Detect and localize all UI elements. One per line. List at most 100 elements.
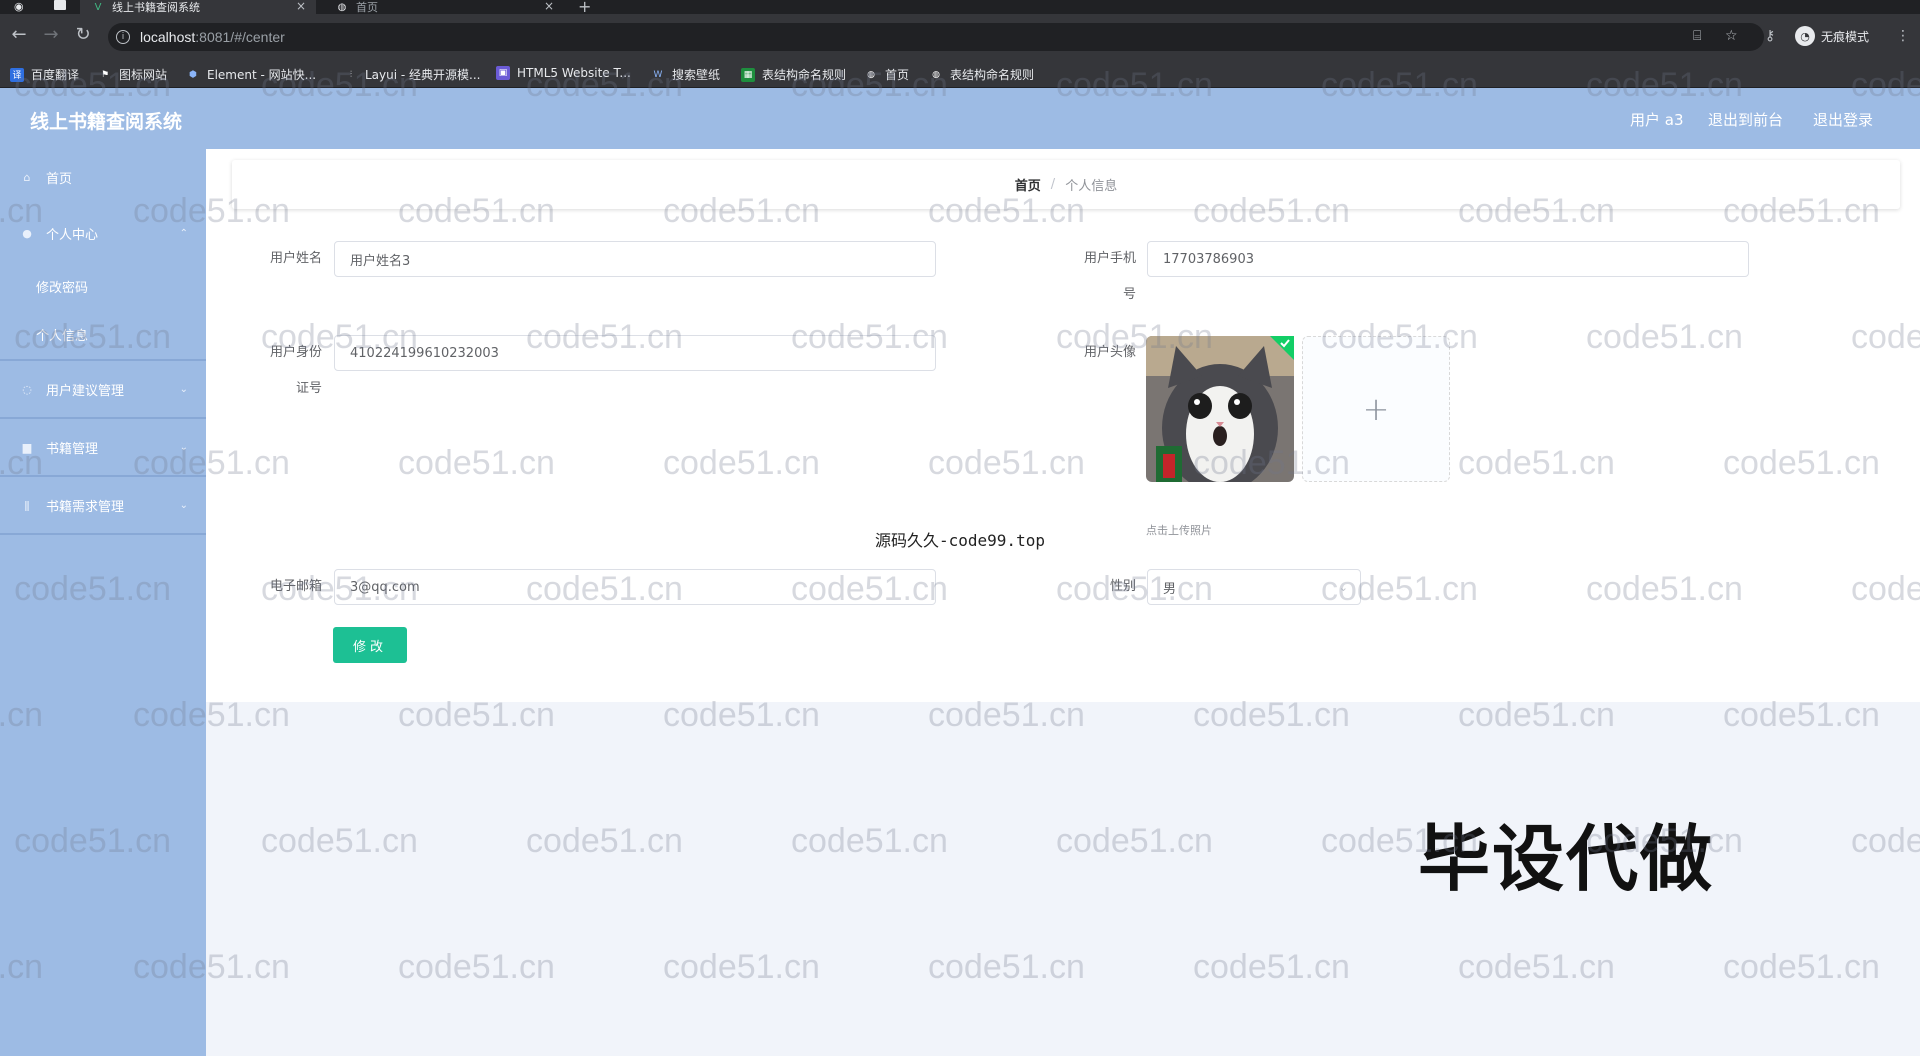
watermark-text: code51.cn bbox=[526, 822, 683, 860]
sidebar-item-suggestion-mgmt[interactable]: ◌ 用户建议管理 ⌄ bbox=[0, 361, 206, 417]
translate-icon[interactable]: ⌸ bbox=[1693, 28, 1701, 44]
more-icon[interactable]: ⋮ bbox=[1896, 28, 1910, 44]
ad-overlay-text: 毕设代做 bbox=[1418, 817, 1715, 901]
breadcrumb-separator: / bbox=[1050, 177, 1056, 192]
avatar-label: 用户头像 bbox=[1083, 345, 1136, 360]
bookmark-label: 首页 bbox=[885, 68, 910, 82]
globe-icon: ◍ bbox=[867, 69, 875, 80]
name-label: 用户姓名 bbox=[269, 251, 322, 266]
chevron-down-icon: ⌄ bbox=[179, 441, 188, 453]
vue-icon: V bbox=[94, 1, 102, 13]
globe-icon: ◍ bbox=[337, 1, 347, 13]
idcard-field[interactable]: 410224199610232003 bbox=[334, 335, 936, 371]
current-user: 用户 a3 bbox=[1630, 111, 1684, 129]
upload-button[interactable]: + bbox=[1302, 336, 1450, 482]
check-icon bbox=[1262, 336, 1294, 360]
tab-title: 首页 bbox=[356, 1, 378, 14]
gender-select[interactable]: 男 ⌄ bbox=[1147, 569, 1361, 605]
watermark-text: code51.cn bbox=[1723, 948, 1880, 986]
bookmark-label: 百度翻译 bbox=[31, 68, 80, 82]
star-icon[interactable]: ☆ bbox=[1725, 28, 1738, 44]
sidebar-subitem-personal-info[interactable]: 个人信息 bbox=[0, 309, 206, 359]
idcard-value: 410224199610232003 bbox=[350, 345, 499, 361]
browser-menu-icon[interactable]: ◉ bbox=[14, 0, 24, 13]
close-icon[interactable]: × bbox=[296, 0, 306, 13]
email-field[interactable]: 3@qq.com bbox=[334, 569, 936, 605]
plus-icon: + bbox=[1362, 390, 1390, 428]
sidebar-item-label: 书籍需求管理 bbox=[46, 499, 125, 515]
sidebar-item-book-request-mgmt[interactable]: ǁ 书籍需求管理 ⌄ bbox=[0, 477, 206, 533]
sidebar-item-label: 修改密码 bbox=[36, 280, 89, 296]
sidebar-item-book-mgmt[interactable]: ▆ 书籍管理 ⌄ bbox=[0, 419, 206, 475]
incognito-icon: ◔ bbox=[1795, 26, 1815, 46]
sidebar-item-label: 个人信息 bbox=[36, 328, 89, 344]
idcard-label: 用户身份 bbox=[269, 345, 322, 360]
idcard-label-wrap: 证号 bbox=[295, 381, 322, 396]
sidebar-subitem-change-password[interactable]: 修改密码 bbox=[0, 261, 206, 311]
bookmark-item[interactable]: 译百度翻译 bbox=[10, 66, 79, 83]
bookmark-label: HTML5 Website T... bbox=[517, 66, 631, 80]
watermark-text: code51.cn bbox=[663, 948, 820, 986]
reload-icon[interactable]: ↻ bbox=[72, 24, 94, 46]
sidebar-item-home[interactable]: ⌂ 首页 bbox=[0, 149, 206, 205]
bookmark-item[interactable]: ▦ 表结构命名规则 bbox=[741, 66, 846, 83]
bookmark-item[interactable]: ◍ 表结构命名规则 bbox=[929, 66, 1034, 83]
bookmark-item[interactable]: ⫶ Layui - 经典开源模... bbox=[344, 66, 481, 83]
sidebar-item-label: 个人中心 bbox=[46, 227, 99, 243]
watermark-text: code51.cn bbox=[261, 822, 418, 860]
app-title: 线上书籍查阅系统 bbox=[30, 111, 183, 133]
close-icon[interactable]: × bbox=[544, 0, 554, 13]
bookmark-item[interactable]: ▣ HTML5 Website T... bbox=[496, 66, 631, 80]
name-value: 用户姓名3 bbox=[350, 253, 411, 269]
tab-active[interactable]: V 线上书籍查阅系统 × bbox=[80, 0, 316, 14]
chevron-down-icon: ⌄ bbox=[179, 383, 188, 395]
back-to-front-link[interactable]: 退出到前台 bbox=[1708, 109, 1783, 130]
watermark-text: code51.cn bbox=[1193, 948, 1350, 986]
bookmark-label: 搜索壁纸 bbox=[672, 68, 721, 82]
breadcrumb-current: 个人信息 bbox=[1065, 179, 1118, 194]
bookmark-label: Layui - 经典开源模... bbox=[365, 68, 481, 82]
html5-icon: ▣ bbox=[496, 66, 510, 80]
layui-icon: ⫶ bbox=[349, 69, 353, 80]
name-field[interactable]: 用户姓名3 bbox=[334, 241, 936, 277]
logout-link[interactable]: 退出登录 bbox=[1813, 109, 1873, 130]
watermark-text: code51.cn bbox=[1458, 948, 1615, 986]
upload-tip: 点击上传照片 bbox=[1146, 524, 1212, 537]
breadcrumb-home[interactable]: 首页 bbox=[1015, 175, 1041, 194]
tab-search-icon[interactable] bbox=[54, 0, 66, 10]
source-text-overlay: 源码久久-code99.top bbox=[875, 531, 1045, 550]
phone-value: 17703786903 bbox=[1163, 251, 1254, 267]
modify-button[interactable]: 修改 bbox=[333, 627, 407, 663]
email-label: 电子邮箱 bbox=[269, 579, 322, 594]
chevron-down-icon: ⌄ bbox=[179, 499, 188, 511]
watermark-text: code51.cn bbox=[928, 948, 1085, 986]
globe-icon: ◍ bbox=[932, 69, 940, 80]
back-icon[interactable]: ← bbox=[8, 24, 30, 46]
suggestion-icon: ◌ bbox=[22, 382, 32, 396]
tab-inactive[interactable]: ◍ 首页 × bbox=[324, 0, 564, 14]
watermark-text: code51.cn bbox=[398, 948, 555, 986]
info-icon[interactable]: i bbox=[116, 30, 130, 44]
divider bbox=[0, 533, 206, 535]
bookmark-item[interactable]: ⬢ Element - 网站快... bbox=[186, 66, 316, 83]
user-icon: ● bbox=[22, 226, 32, 240]
element-icon: ⬢ bbox=[189, 69, 197, 80]
bookmark-item[interactable]: ⚑ 图标网站 bbox=[98, 66, 167, 83]
sidebar: ⌂ 首页 ● 个人中心 ⌃ 修改密码 个人信息 ◌ 用户建议管理 ⌄ ▆ 书籍管… bbox=[0, 149, 206, 1056]
phone-label: 用户手机 bbox=[1083, 251, 1136, 266]
bookmark-item[interactable]: W 搜索壁纸 bbox=[651, 66, 720, 83]
app-header: 线上书籍查阅系统 用户 a3 退出到前台 退出登录 bbox=[0, 88, 1920, 149]
bookmark-item[interactable]: ◍ 首页 bbox=[864, 66, 909, 83]
bookmark-label: 表结构命名规则 bbox=[762, 68, 847, 82]
sheet-icon: ▦ bbox=[741, 67, 755, 82]
forward-icon[interactable]: → bbox=[40, 24, 62, 46]
url-text: localhost:8081/#/center bbox=[140, 29, 285, 45]
address-bar[interactable]: i localhost:8081/#/center bbox=[108, 23, 1764, 51]
tab-title: 线上书籍查阅系统 bbox=[112, 1, 200, 14]
email-value: 3@qq.com bbox=[350, 579, 420, 595]
sidebar-item-personal-center[interactable]: ● 个人中心 ⌃ bbox=[0, 205, 206, 261]
phone-field[interactable]: 17703786903 bbox=[1147, 241, 1749, 277]
key-icon[interactable]: ⚷ bbox=[1765, 28, 1775, 44]
chevron-up-icon: ⌃ bbox=[179, 227, 188, 239]
incognito-badge[interactable]: ◔ 无痕模式 bbox=[1795, 26, 1869, 46]
